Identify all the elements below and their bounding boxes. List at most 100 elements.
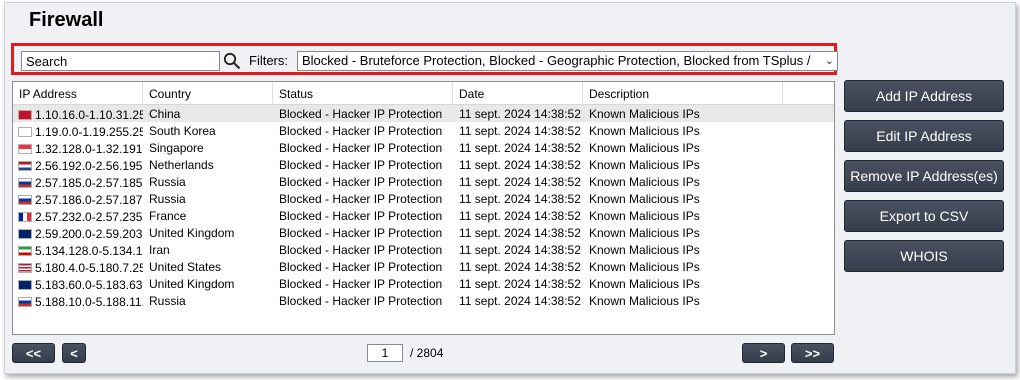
country-cell: United States	[149, 260, 222, 274]
chevron-down-icon: ⌄	[824, 55, 834, 67]
flag-ru-icon	[18, 296, 32, 307]
first-page-button[interactable]: <<	[12, 343, 55, 363]
filters-dropdown[interactable]: Blocked - Bruteforce Protection, Blocked…	[297, 51, 838, 71]
date-cell: 11 sept. 2024 14:38:52	[459, 192, 581, 206]
country-cell: Netherlands	[149, 158, 214, 172]
table-row[interactable]: 5.183.60.0-5.183.63... United Kingdom Bloc…	[13, 275, 834, 292]
remove-ip-button[interactable]: Remove IP Address(es)	[844, 160, 1004, 192]
date-cell: 11 sept. 2024 14:38:52	[459, 141, 581, 155]
status-cell: Blocked - Hacker IP Protection	[279, 243, 443, 257]
table-row[interactable]: 5.134.128.0-5.134.1... Iran Blocked - Hack…	[13, 241, 834, 258]
description-cell: Known Malicious IPs	[589, 158, 700, 172]
next-page-button[interactable]: >	[742, 343, 785, 363]
date-cell: 11 sept. 2024 14:38:52	[459, 243, 581, 257]
table-row[interactable]: 5.180.4.0-5.180.7.255 United States Blocke…	[13, 258, 834, 275]
table-row[interactable]: 1.32.128.0-1.32.191... Singapore Blocked -…	[13, 139, 834, 156]
flag-fr-icon	[18, 211, 32, 222]
description-cell: Known Malicious IPs	[589, 243, 700, 257]
ip-address-text: 2.57.185.0-2.57.185...	[35, 175, 143, 190]
table-row[interactable]: 2.59.200.0-2.59.203... United Kingdom Bloc…	[13, 224, 834, 241]
status-cell: Blocked - Hacker IP Protection	[279, 226, 443, 240]
ip-address-text: 5.183.60.0-5.183.63...	[35, 277, 143, 292]
description-cell: Known Malicious IPs	[589, 175, 700, 189]
ip-address-text: 5.180.4.0-5.180.7.255	[35, 260, 143, 275]
page-total: / 2804	[410, 346, 444, 360]
filters-label: Filters:	[249, 53, 288, 68]
country-cell: France	[149, 209, 187, 223]
last-page-button[interactable]: >>	[791, 343, 834, 363]
column-header[interactable]: Description	[583, 82, 783, 104]
table-row[interactable]: 2.57.232.0-2.57.235... France Blocked - Ha…	[13, 207, 834, 224]
flag-us-icon	[18, 262, 32, 273]
column-header[interactable]: Country	[143, 82, 273, 104]
ip-cell: 2.59.200.0-2.59.203...	[13, 224, 143, 241]
ip-cell: 2.57.186.0-2.57.187...	[13, 190, 143, 207]
ip-cell: 5.180.4.0-5.180.7.255	[13, 258, 143, 275]
flag-sg-icon	[18, 143, 32, 154]
ip-cell: 5.188.10.0-5.188.11...	[13, 292, 143, 309]
ip-cell: 5.134.128.0-5.134.1...	[13, 241, 143, 258]
country-cell: Iran	[149, 243, 170, 257]
country-cell: Russia	[149, 175, 186, 189]
date-cell: 11 sept. 2024 14:38:52	[459, 209, 581, 223]
export-csv-button[interactable]: Export to CSV	[844, 200, 1004, 232]
firewall-window: Firewall Filters: Blocked - Bruteforce P…	[4, 2, 1016, 374]
ip-address-text: 2.57.186.0-2.57.187...	[35, 192, 143, 207]
page-number-input[interactable]	[367, 344, 403, 362]
column-header[interactable]: Date	[453, 82, 583, 104]
date-cell: 11 sept. 2024 14:38:52	[459, 175, 581, 189]
edit-ip-button[interactable]: Edit IP Address	[844, 120, 1004, 152]
ip-address-text: 2.59.200.0-2.59.203...	[35, 226, 143, 241]
status-cell: Blocked - Hacker IP Protection	[279, 107, 443, 121]
ip-cell: 2.56.192.0-2.56.195...	[13, 156, 143, 173]
status-cell: Blocked - Hacker IP Protection	[279, 141, 443, 155]
flag-gb-icon	[18, 228, 32, 239]
column-header[interactable]: IP Address	[13, 82, 143, 104]
status-cell: Blocked - Hacker IP Protection	[279, 277, 443, 291]
country-cell: Russia	[149, 294, 186, 308]
description-cell: Known Malicious IPs	[589, 124, 700, 138]
whois-button[interactable]: WHOIS	[844, 240, 1004, 272]
search-input[interactable]	[21, 51, 220, 71]
date-cell: 11 sept. 2024 14:38:52	[459, 226, 581, 240]
date-cell: 11 sept. 2024 14:38:52	[459, 124, 581, 138]
description-cell: Known Malicious IPs	[589, 192, 700, 206]
country-cell: Singapore	[149, 141, 204, 155]
ip-cell: 1.32.128.0-1.32.191...	[13, 139, 143, 156]
table-row[interactable]: 1.19.0.0-1.19.255.255 South Korea Blocked …	[13, 122, 834, 139]
ip-address-text: 1.19.0.0-1.19.255.255	[35, 124, 143, 139]
table-row[interactable]: 2.56.192.0-2.56.195... Netherlands Blocked…	[13, 156, 834, 173]
ip-address-text: 1.10.16.0-1.10.31.255	[35, 107, 143, 122]
filter-bar-highlight: Filters: Blocked - Bruteforce Protection…	[11, 43, 838, 75]
status-cell: Blocked - Hacker IP Protection	[279, 175, 443, 189]
status-cell: Blocked - Hacker IP Protection	[279, 192, 443, 206]
country-cell: Russia	[149, 192, 186, 206]
table-row[interactable]: 5.188.10.0-5.188.11... Russia Blocked - Ha…	[13, 292, 834, 309]
ip-cell: 2.57.232.0-2.57.235...	[13, 207, 143, 224]
country-cell: United Kingdom	[149, 226, 235, 240]
flag-ru-icon	[18, 177, 32, 188]
date-cell: 11 sept. 2024 14:38:52	[459, 294, 581, 308]
date-cell: 11 sept. 2024 14:38:52	[459, 260, 581, 274]
flag-ru-icon	[18, 194, 32, 205]
filters-selected-value: Blocked - Bruteforce Protection, Blocked…	[302, 53, 811, 68]
status-cell: Blocked - Hacker IP Protection	[279, 260, 443, 274]
search-button[interactable]	[221, 51, 243, 71]
ip-address-text: 5.134.128.0-5.134.1...	[35, 243, 143, 258]
table-row[interactable]: 2.57.185.0-2.57.185... Russia Blocked - Ha…	[13, 173, 834, 190]
ip-cell: 2.57.185.0-2.57.185...	[13, 173, 143, 190]
column-header[interactable]: Status	[273, 82, 453, 104]
table-row[interactable]: 1.10.16.0-1.10.31.255 China Blocked - Hack…	[13, 105, 834, 122]
description-cell: Known Malicious IPs	[589, 277, 700, 291]
flag-nl-icon	[18, 160, 32, 171]
ip-cell: 1.19.0.0-1.19.255.255	[13, 122, 143, 139]
flag-kr-icon	[18, 126, 32, 137]
description-cell: Known Malicious IPs	[589, 260, 700, 274]
table-row[interactable]: 2.57.186.0-2.57.187... Russia Blocked - Ha…	[13, 190, 834, 207]
status-cell: Blocked - Hacker IP Protection	[279, 209, 443, 223]
prev-page-button[interactable]: <	[62, 343, 86, 363]
add-ip-button[interactable]: Add IP Address	[844, 80, 1004, 112]
country-cell: China	[149, 107, 181, 121]
search-icon	[223, 52, 241, 70]
ip-address-text: 2.57.232.0-2.57.235...	[35, 209, 143, 224]
